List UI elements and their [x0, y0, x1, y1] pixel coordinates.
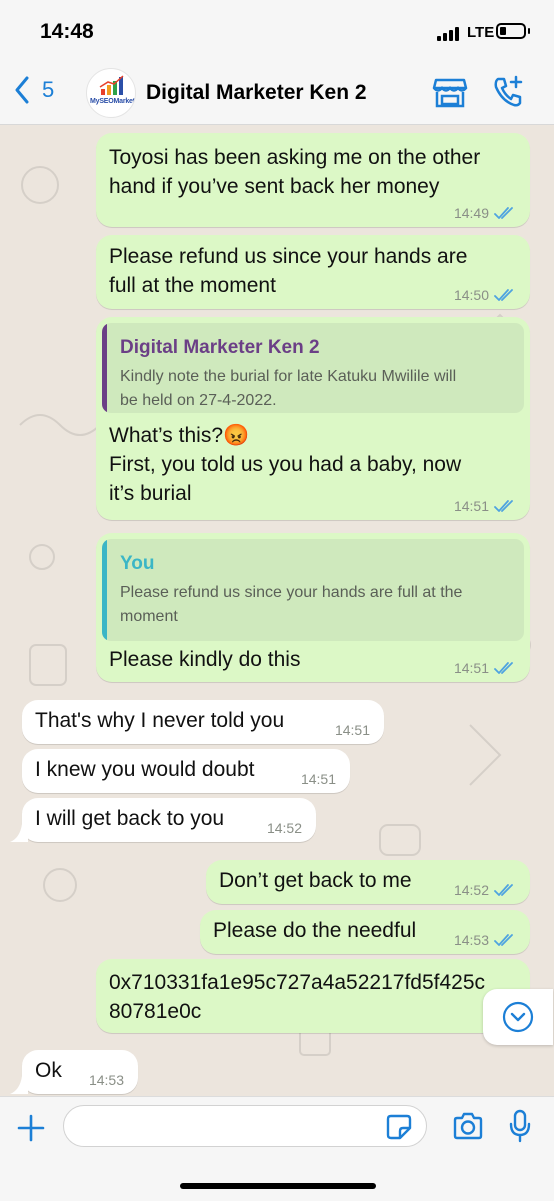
quote-author: You [120, 553, 155, 574]
incoming-message-bubble[interactable]: I will get back to you 14:52 [22, 798, 316, 842]
camera-icon[interactable] [452, 1112, 484, 1140]
battery-icon [496, 23, 526, 39]
message-text: it’s burial [109, 482, 192, 505]
message-text: What’s this?😡 [109, 424, 250, 447]
plus-icon[interactable] [17, 1114, 45, 1142]
outgoing-message-bubble[interactable]: Please refund us since your hands are ful… [96, 235, 530, 309]
read-receipt-icon [494, 289, 513, 301]
message-text: hand if you’ve sent back her money [109, 175, 440, 198]
read-receipt-icon [494, 662, 513, 674]
message-composer [0, 1096, 554, 1201]
status-bar: 14:48 LTE [0, 0, 554, 62]
quoted-message[interactable]: You Please refund us since your hands are… [102, 539, 524, 641]
message-meta: 14:53 [454, 932, 516, 948]
quote-text: Please refund us since your hands are fu… [120, 584, 463, 601]
outgoing-message-bubble[interactable]: Digital Marketer Ken 2 Kindly note the bu… [96, 317, 530, 520]
quote-text: moment [120, 608, 178, 625]
incoming-message-bubble[interactable]: I knew you would doubt 14:51 [22, 749, 350, 793]
quote-accent-bar [102, 539, 107, 641]
message-meta: 14:51 [335, 722, 370, 738]
message-time: 14:51 [334, 722, 370, 738]
unread-chats-count: 5 [42, 77, 55, 102]
message-time: 14:52 [453, 882, 489, 898]
home-indicator [180, 1183, 376, 1189]
message-time: 14:50 [453, 287, 489, 303]
message-meta: 14:50 [454, 287, 516, 303]
avatar-logo-text: MySEOMarket [90, 98, 135, 105]
message-meta: 14:51 [301, 771, 336, 787]
chevron-down-circle-icon [502, 1001, 534, 1033]
read-receipt-icon [494, 207, 513, 219]
signal-strength-icon [437, 27, 463, 41]
quote-text: Kindly note the burial for late Katuku M… [120, 368, 457, 385]
message-meta: 14:52 [454, 882, 516, 898]
network-type: LTE [467, 24, 495, 41]
message-text: I will get back to you [35, 807, 225, 830]
message-time: 14:51 [453, 660, 489, 676]
outgoing-message-bubble[interactable]: Please do the needful 14:53 [200, 910, 530, 954]
message-time: 14:49 [453, 205, 489, 221]
message-meta: 14:51 [454, 498, 516, 514]
microphone-icon[interactable] [508, 1109, 532, 1143]
incoming-message-bubble[interactable]: Ok 14:53 [22, 1050, 138, 1094]
quote-author: Digital Marketer Ken 2 [120, 337, 320, 358]
message-text: 0x710331fa1e95c727a4a52217fd5f425c [109, 971, 486, 994]
message-text: full at the moment [109, 274, 276, 297]
message-meta: 14:49 [454, 205, 516, 221]
logo-chart-icon [99, 75, 124, 95]
chat-area[interactable]: Toyosi has been asking me on the other ha… [0, 125, 554, 1096]
bubble-tail [10, 824, 28, 842]
battery-tip [528, 28, 530, 34]
message-text: Don’t get back to me [219, 869, 412, 892]
message-meta: 14:53 [89, 1072, 124, 1088]
bubble-tail [10, 1076, 28, 1094]
message-text: Please kindly do this [109, 648, 301, 671]
contact-name[interactable]: Digital Marketer Ken 2 [146, 81, 367, 105]
message-text: Please do the needful [213, 919, 417, 942]
storefront-icon[interactable] [432, 77, 468, 109]
back-button[interactable]: 5 [14, 76, 54, 104]
message-time: 14:52 [266, 820, 302, 836]
outgoing-message-bubble[interactable]: Don’t get back to me 14:52 [206, 860, 530, 904]
message-text: Toyosi has been asking me on the other [109, 146, 481, 169]
sticker-icon[interactable] [386, 1114, 412, 1140]
quote-accent-bar [102, 323, 107, 413]
add-call-icon[interactable] [492, 75, 526, 109]
message-text: Please refund us since your hands are [109, 245, 468, 268]
message-time: 14:53 [88, 1072, 124, 1088]
message-time: 14:51 [300, 771, 336, 787]
message-text: That's why I never told you [35, 709, 285, 732]
read-receipt-icon [494, 500, 513, 512]
message-text: 80781e0c [109, 1000, 202, 1023]
message-text: I knew you would doubt [35, 758, 255, 781]
incoming-message-bubble[interactable]: That's why I never told you 14:51 [22, 700, 384, 744]
quoted-message[interactable]: Digital Marketer Ken 2 Kindly note the bu… [102, 323, 524, 413]
quote-text: be held on 27-4-2022. [120, 392, 277, 409]
contact-avatar[interactable]: MySEOMarket [86, 68, 136, 118]
status-time: 14:48 [40, 20, 94, 43]
message-time: 14:53 [453, 932, 489, 948]
read-receipt-icon [494, 934, 513, 946]
message-meta: 14:52 [267, 820, 302, 836]
message-input[interactable] [63, 1105, 427, 1147]
read-receipt-icon [494, 884, 513, 896]
message-text: First, you told us you had a baby, now [109, 453, 462, 476]
outgoing-message-bubble[interactable]: 0x710331fa1e95c727a4a52217fd5f425c 80781e… [96, 959, 530, 1033]
message-text: Ok [35, 1059, 62, 1082]
message-time: 14:51 [453, 498, 489, 514]
scroll-to-bottom-button[interactable] [483, 989, 553, 1045]
chat-header: 5 MySEOMarket Digital Marketer Ken 2 [0, 62, 554, 125]
outgoing-message-bubble[interactable]: Toyosi has been asking me on the other ha… [96, 133, 530, 227]
message-meta: 14:51 [454, 660, 516, 676]
chevron-left-icon [15, 76, 29, 104]
outgoing-message-bubble[interactable]: You Please refund us since your hands are… [96, 533, 530, 682]
